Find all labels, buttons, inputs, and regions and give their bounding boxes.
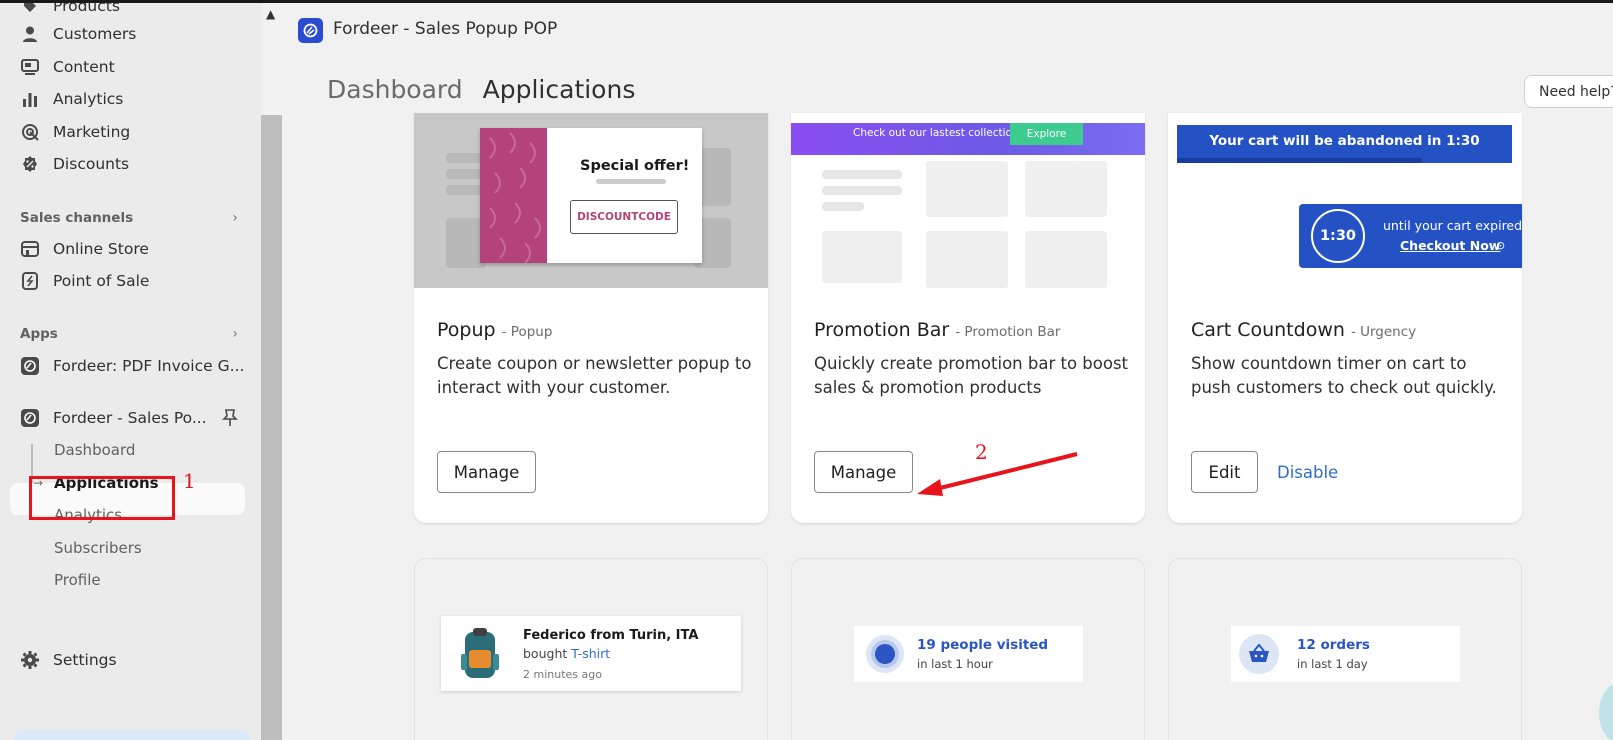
circle-arrow-icon: ⊙ xyxy=(1496,239,1506,252)
annotation-number-1: 1 xyxy=(183,469,196,493)
cart-countdown-disable-button[interactable]: Disable xyxy=(1277,463,1338,482)
app-card-orders: 12 orders in last 1 day xyxy=(1168,558,1522,740)
sidebar-bottom-pill[interactable] xyxy=(14,730,250,740)
sidebar-sub-dashboard[interactable]: Dashboard xyxy=(54,436,135,464)
card-title-popup: Popup - Popup xyxy=(437,319,553,341)
promotion-bar-preview-button: Explore xyxy=(1010,123,1083,145)
popup-preview-modal: Special offer! DISCOUNTCODE xyxy=(480,128,702,264)
chat-bubble-button[interactable] xyxy=(1599,683,1613,740)
breadcrumb-dashboard[interactable]: Dashboard xyxy=(327,75,463,104)
card-description-cart-countdown: Show countdown timer on cart to push cus… xyxy=(1191,354,1497,397)
apps-header[interactable]: Apps › xyxy=(20,326,238,342)
sales-channels-header[interactable]: Sales channels › xyxy=(20,210,238,226)
pin-icon[interactable] xyxy=(222,409,238,431)
basket-icon xyxy=(1239,634,1279,674)
sidebar-item-point-of-sale[interactable]: Point of Sale xyxy=(20,266,149,296)
app-logo-icon xyxy=(298,18,323,43)
cart-countdown-edit-button[interactable]: Edit xyxy=(1191,451,1258,493)
annotation-arrow-2 xyxy=(917,452,1078,496)
popup-manage-button[interactable]: Manage xyxy=(437,451,536,493)
sidebar-item-analytics[interactable]: Analytics xyxy=(20,84,123,114)
promotion-bar-manage-button[interactable]: Manage xyxy=(814,451,913,493)
popup-preview-pattern xyxy=(480,128,547,264)
backpack-icon xyxy=(457,626,503,682)
page-title: Applications xyxy=(482,75,636,104)
sidebar-item-discounts[interactable]: Discounts xyxy=(20,149,129,179)
sales-popup-preview: Federico from Turin, ITA bought T-shirt … xyxy=(441,616,741,691)
card-title-promotion-bar: Promotion Bar - Promotion Bar xyxy=(814,319,1061,341)
content-icon xyxy=(20,57,40,77)
app-name: Fordeer - Sales Popup POP xyxy=(333,19,558,39)
visitors-preview: 19 people visited in last 1 hour xyxy=(854,626,1083,682)
app-card-sales-popup: Federico from Turin, ITA bought T-shirt … xyxy=(414,558,768,740)
sidebar-item-content[interactable]: Content xyxy=(20,52,115,82)
target-icon xyxy=(20,122,40,142)
sidebar-item-online-store[interactable]: Online Store xyxy=(20,234,149,264)
annotation-number-2: 2 xyxy=(975,440,988,464)
sidebar-app-pdf-invoice[interactable]: Fordeer: PDF Invoice G... xyxy=(20,351,244,381)
app-logo-icon xyxy=(20,356,40,376)
cart-countdown-preview-widget: 1:30 until your cart expired Checkout No… xyxy=(1299,204,1522,268)
card-description-popup: Create coupon or newsletter popup to int… xyxy=(437,354,752,397)
popup-preview-title: Special offer! xyxy=(580,158,690,174)
orders-preview: 12 orders in last 1 day xyxy=(1231,626,1460,682)
need-help-button[interactable]: Need help? xyxy=(1524,75,1613,108)
app-card-cart-countdown: Your cart will be abandoned in 1:30 1:30… xyxy=(1168,113,1522,523)
scroll-up-icon[interactable]: ▲ xyxy=(266,7,275,21)
promotion-bar-preview: Check out our lastest collection Explore xyxy=(791,113,1145,288)
app-title-bar: ▲ Fordeer - Sales Popup POP xyxy=(261,3,1613,59)
annotation-box-1 xyxy=(29,476,175,520)
popup-preview-code: DISCOUNTCODE xyxy=(570,200,678,234)
main-area: ▲ Fordeer - Sales Popup POP Dashboard Ap… xyxy=(261,3,1613,740)
pos-icon xyxy=(20,271,40,291)
card-title-cart-countdown: Cart Countdown - Urgency xyxy=(1191,319,1417,341)
sidebar: Products Customers Content Analytics Mar… xyxy=(0,3,261,740)
tag-icon xyxy=(20,3,40,16)
discount-icon xyxy=(20,154,40,174)
sidebar-app-sales-popup[interactable]: Fordeer - Sales Po... xyxy=(20,403,238,433)
sidebar-item-customers[interactable]: Customers xyxy=(20,19,136,49)
live-dot-icon xyxy=(866,635,904,673)
sidebar-sub-profile[interactable]: Profile xyxy=(54,566,101,594)
app-card-popup: Special offer! DISCOUNTCODE Popup - Popu… xyxy=(414,113,768,523)
gear-icon xyxy=(20,650,40,670)
app-card-visitors: 19 people visited in last 1 hour xyxy=(791,558,1145,740)
bar-chart-icon xyxy=(20,89,40,109)
promotion-bar-preview-bar: Check out our lastest collection Explore xyxy=(791,123,1145,155)
chevron-right-icon: › xyxy=(232,326,238,342)
chevron-right-icon: › xyxy=(232,210,238,226)
promotion-bar-preview-text: Check out our lastest collection xyxy=(853,127,1019,139)
sidebar-item-settings[interactable]: Settings xyxy=(20,645,117,675)
sidebar-item-marketing[interactable]: Marketing xyxy=(20,117,130,147)
store-icon xyxy=(20,239,40,259)
card-description-promotion-bar: Quickly create promotion bar to boost sa… xyxy=(814,354,1129,397)
cart-countdown-preview-banner: Your cart will be abandoned in 1:30 xyxy=(1177,125,1512,163)
cart-countdown-preview: Your cart will be abandoned in 1:30 1:30… xyxy=(1168,113,1522,288)
sidebar-sub-subscribers[interactable]: Subscribers xyxy=(54,534,142,562)
breadcrumb: Dashboard Applications xyxy=(327,75,635,104)
popup-preview: Special offer! DISCOUNTCODE xyxy=(414,113,768,288)
person-icon xyxy=(20,24,40,44)
app-logo-icon xyxy=(20,408,40,428)
